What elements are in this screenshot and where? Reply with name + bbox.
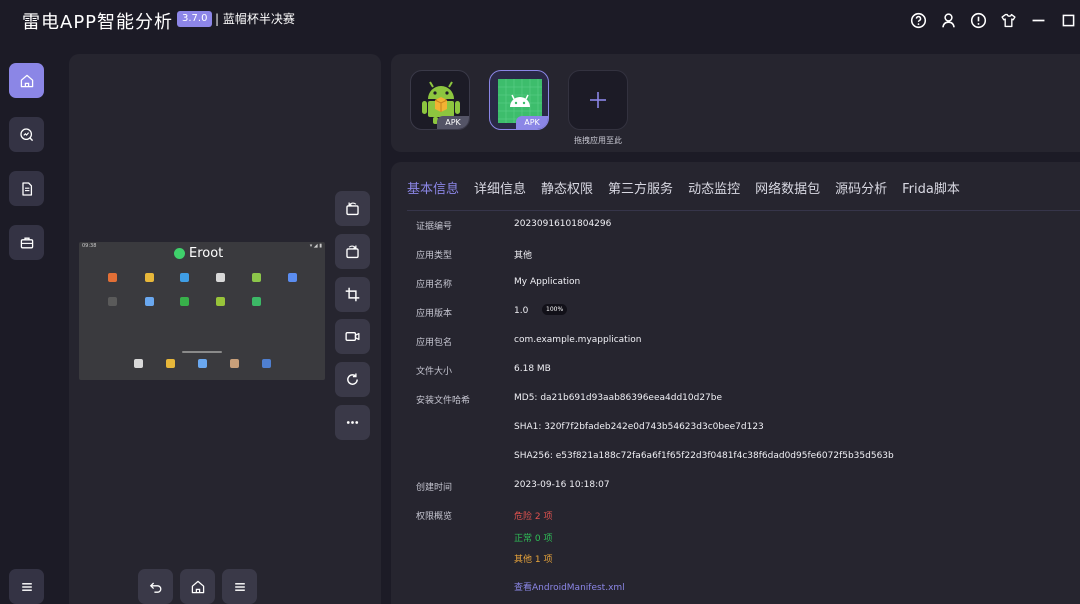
menu-icon[interactable] [9,569,44,604]
version-badge-pct: 100% [542,304,568,315]
md5-value: MD5: da21b691d93aab86396eea4dd10d27be [514,393,723,403]
app-icon[interactable] [198,359,207,368]
maximize-icon[interactable] [1057,9,1080,31]
name-value: My Application [514,277,581,287]
version-value: 1.0 [514,306,529,316]
app-icon[interactable] [166,359,175,368]
tab-divider [407,210,1080,211]
version-label: 应用版本 [416,309,453,319]
add-apk-button[interactable] [568,70,628,130]
document-icon[interactable] [9,171,44,206]
size-label: 文件大小 [416,367,453,377]
event-label: | 蓝帽杯半决赛 [215,12,295,26]
sha1-value: SHA1: 320f7f2bfadeb242e0d743b54623d3c0be… [514,422,764,432]
record-video-icon[interactable] [335,319,370,354]
app-icon[interactable] [145,297,154,306]
rotate-left-icon[interactable] [335,191,370,226]
screen-status-time: 09:38 [82,243,97,249]
sha256-value: SHA256: e53f821a188c72fa6a6f1f65f22d3f04… [514,451,894,461]
more-icon[interactable] [335,405,370,440]
skin-icon[interactable] [997,9,1020,31]
app-icon[interactable] [288,273,297,282]
screen-status-icons: ▾ ◢ ▮ [309,243,322,249]
created-label: 创建时间 [416,483,453,493]
user-icon[interactable] [937,9,960,31]
type-value: 其他 [514,251,533,261]
title-bar: 雷电APP智能分析 3.7.0 | 蓝帽杯半决赛 [0,0,1080,40]
app-icon[interactable] [230,359,239,368]
name-label: 应用名称 [416,280,453,290]
tab-third-party[interactable]: 第三方服务 [608,178,673,205]
created-value: 2023-09-16 10:18:07 [514,480,610,490]
cert-value: 20230916101804296 [514,219,612,229]
eroot-overlay: Eroot [174,246,223,261]
app-icon[interactable] [180,297,189,306]
apk-panel: APK APK 拖拽应用至此 [391,54,1080,152]
perm-other: 其他 1 项 [514,555,553,565]
app-icon[interactable] [216,297,225,306]
drag-hint: 拖拽应用至此 [574,136,622,145]
apk-tag: APK [437,116,469,129]
package-value: com.example.myapplication [514,335,642,345]
window-controls [900,9,1080,31]
tab-bar: 基本信息 详细信息 静态权限 第三方服务 动态监控 网络数据包 源码分析 Fri… [407,178,975,205]
size-value: 6.18 MB [514,364,551,374]
left-nav [0,40,58,604]
hash-label: 安装文件哈希 [416,396,471,406]
version-badge: 3.7.0 [177,11,213,27]
refresh-icon[interactable] [335,362,370,397]
alert-icon[interactable] [967,9,990,31]
app-title: 雷电APP智能分析 [22,12,174,33]
app-icon[interactable] [180,273,189,282]
package-label: 应用包名 [416,338,453,348]
app-icon[interactable] [252,297,261,306]
rotate-right-icon[interactable] [335,234,370,269]
perm-danger: 危险 2 项 [514,512,553,522]
toolbox-icon[interactable] [9,225,44,260]
app-icon[interactable] [108,273,117,282]
home-icon[interactable] [9,63,44,98]
help-icon[interactable] [907,9,930,31]
info-panel [391,162,1080,604]
app-icon[interactable] [108,297,117,306]
apk-item[interactable]: APK [410,70,470,130]
perm-label: 权限概览 [416,512,453,522]
tab-dynamic-monitor[interactable]: 动态监控 [688,178,740,205]
perm-normal: 正常 0 项 [514,534,553,544]
crop-icon[interactable] [335,277,370,312]
recents-icon[interactable] [222,569,257,604]
cert-label: 证据编号 [416,222,453,232]
device-home-icon[interactable] [180,569,215,604]
device-screen[interactable]: 09:38 ▾ ◢ ▮ Eroot [79,242,325,380]
tab-network-packets[interactable]: 网络数据包 [755,178,820,205]
status-dot-icon [174,248,185,259]
tab-detail-info[interactable]: 详细信息 [474,178,526,205]
minimize-icon[interactable] [1027,9,1050,31]
type-label: 应用类型 [416,251,453,261]
app-icon[interactable] [145,273,154,282]
eroot-label: Eroot [189,246,224,261]
tab-frida-script[interactable]: Frida脚本 [902,178,960,205]
manifest-link[interactable]: 查看AndroidManifest.xml [514,580,625,593]
plus-icon [590,92,606,108]
tab-source-analysis[interactable]: 源码分析 [835,178,887,205]
app-icon[interactable] [262,359,271,368]
app-icon[interactable] [216,273,225,282]
back-icon[interactable] [138,569,173,604]
tab-basic-info[interactable]: 基本信息 [407,178,459,205]
apk-item-selected[interactable]: APK [489,70,549,130]
analysis-icon[interactable] [9,117,44,152]
tab-static-permissions[interactable]: 静态权限 [541,178,593,205]
app-icon[interactable] [252,273,261,282]
page-indicator [182,351,222,353]
app-icon[interactable] [134,359,143,368]
apk-tag: APK [516,116,548,129]
